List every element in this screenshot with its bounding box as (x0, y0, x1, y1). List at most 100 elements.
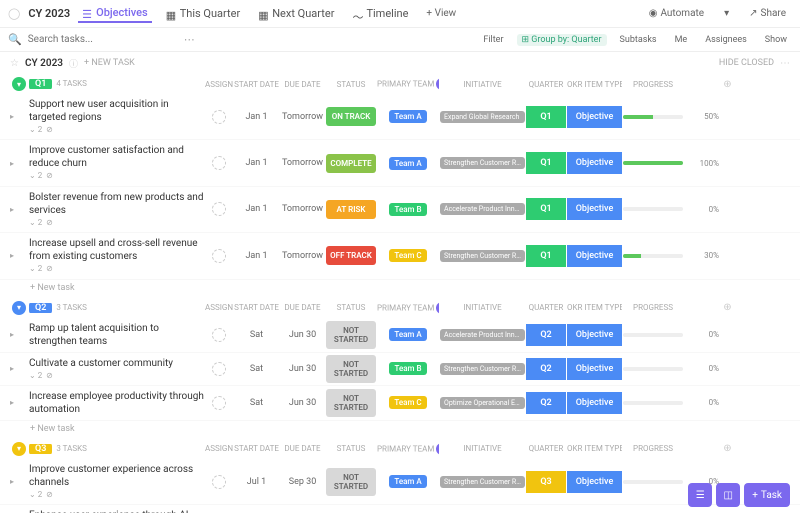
status-badge[interactable]: NOT STARTED (326, 321, 376, 349)
start-date[interactable]: Jan 1 (234, 155, 279, 171)
tab-next-quarter[interactable]: ▦Next Quarter (254, 4, 338, 23)
task-name[interactable]: Support new user acquisition in targeted… (29, 96, 204, 137)
quarter-pill[interactable]: Q2 (29, 303, 52, 313)
task-name[interactable]: Improve customer experience across chann… (29, 461, 204, 502)
quarter-cell[interactable]: Q2 (526, 358, 566, 380)
assignee-placeholder[interactable] (212, 328, 226, 342)
quick-action-2[interactable]: ◫ (716, 483, 740, 507)
team-tag[interactable]: Team A (389, 328, 426, 341)
quarter-cell[interactable]: Q3 (526, 471, 566, 493)
automate-button[interactable]: ◉ Automate (643, 6, 710, 21)
tab-this-quarter[interactable]: ▦This Quarter (162, 4, 244, 23)
expand-icon[interactable]: ▸ (10, 330, 28, 339)
initiative-tag[interactable]: Accelerate Product Innovation (440, 329, 525, 341)
start-date[interactable]: Jan 1 (234, 248, 279, 264)
team-tag[interactable]: Team A (389, 110, 426, 123)
status-badge[interactable]: COMPLETE (326, 154, 376, 173)
progress[interactable] (623, 367, 683, 371)
new-task-row[interactable]: + New task (0, 280, 800, 296)
initiative-tag[interactable]: Optimize Operational Efficien... (440, 397, 525, 409)
expand-icon[interactable]: ▸ (10, 205, 28, 214)
due-date[interactable]: Tomorrow (280, 201, 325, 217)
task-name[interactable]: Enhance user experience through AI adopt… (29, 507, 204, 513)
status-badge[interactable]: NOT STARTED (326, 389, 376, 417)
progress[interactable] (623, 480, 683, 484)
assignee-placeholder[interactable] (212, 156, 226, 170)
info-icon[interactable]: ⓘ (69, 57, 78, 70)
status-badge[interactable]: NOT STARTED (326, 355, 376, 383)
okr-type[interactable]: Objective (567, 198, 622, 220)
collapse-icon[interactable]: ▾ (12, 442, 26, 456)
start-date[interactable]: Sat (234, 395, 279, 411)
dropdown-icon[interactable]: ▾ (718, 6, 735, 21)
due-date[interactable]: Sep 30 (280, 474, 325, 490)
star-icon[interactable]: ☆ (10, 58, 19, 69)
status-badge[interactable]: ON TRACK (326, 107, 376, 126)
task-name[interactable]: Ramp up talent acquisition to strengthen… (29, 320, 204, 350)
initiative-tag[interactable]: Strengthen Customer Retent... (440, 363, 525, 375)
due-date[interactable]: Jun 30 (280, 361, 325, 377)
assignee-placeholder[interactable] (212, 249, 226, 263)
collapse-icon[interactable]: ▾ (12, 77, 26, 91)
more-icon[interactable]: ⋯ (184, 33, 195, 46)
progress[interactable] (623, 401, 683, 405)
assignee-placeholder[interactable] (212, 475, 226, 489)
task-name[interactable]: Bolster revenue from new products and se… (29, 189, 204, 230)
task-row[interactable]: ▸Ramp up talent acquisition to strengthe… (0, 318, 800, 353)
start-date[interactable]: Sat (234, 361, 279, 377)
group-more[interactable]: ⊕ (723, 443, 731, 454)
new-task-top[interactable]: + NEW TASK (84, 58, 135, 68)
group-more[interactable]: ⊕ (723, 302, 731, 313)
quarter-cell[interactable]: Q1 (526, 152, 566, 174)
add-view-button[interactable]: + View (420, 6, 462, 21)
task-name[interactable]: Improve customer satisfaction and reduce… (29, 142, 204, 183)
initiative-tag[interactable]: Strengthen Customer Retent... (440, 250, 525, 262)
add-team-icon[interactable]: + (436, 302, 439, 314)
add-team-icon[interactable]: + (436, 443, 439, 455)
task-name[interactable]: Cultivate a customer community⌄ 2 ⊘ (29, 355, 204, 383)
status-badge[interactable]: NOT STARTED (326, 468, 376, 496)
start-date[interactable]: Jan 1 (234, 109, 279, 125)
progress[interactable] (623, 254, 683, 258)
task-button[interactable]: + Task (744, 483, 790, 507)
okr-type[interactable]: Objective (567, 324, 622, 346)
task-row[interactable]: ▸Improve customer satisfaction and reduc… (0, 140, 800, 186)
team-tag[interactable]: Team A (389, 475, 426, 488)
initiative-tag[interactable]: Accelerate Product Innovation (440, 203, 525, 215)
task-row[interactable]: ▸Increase employee productivity through … (0, 386, 800, 421)
team-tag[interactable]: Team C (389, 396, 426, 409)
team-tag[interactable]: Team C (389, 249, 426, 262)
initiative-tag[interactable]: Expand Global Research (440, 111, 525, 123)
quarter-cell[interactable]: Q1 (526, 106, 566, 128)
task-row[interactable]: ▸Support new user acquisition in targete… (0, 94, 800, 140)
status-badge[interactable]: OFF TRACK (326, 246, 376, 265)
assignee-placeholder[interactable] (212, 362, 226, 376)
start-date[interactable]: Jan 1 (234, 201, 279, 217)
due-date[interactable]: Tomorrow (280, 109, 325, 125)
due-date[interactable]: Jun 30 (280, 395, 325, 411)
task-name[interactable]: Increase employee productivity through a… (29, 388, 204, 418)
okr-type[interactable]: Objective (567, 245, 622, 267)
expand-icon[interactable]: ▸ (10, 477, 28, 486)
okr-type[interactable]: Objective (567, 471, 622, 493)
add-team-icon[interactable]: + (436, 78, 439, 90)
expand-icon[interactable]: ▸ (10, 112, 28, 121)
filter-group-by--quarter[interactable]: ⊞ Group by: Quarter (517, 34, 607, 46)
assignee-placeholder[interactable] (212, 396, 226, 410)
okr-type[interactable]: Objective (567, 358, 622, 380)
task-row[interactable]: ▸Cultivate a customer community⌄ 2 ⊘SatJ… (0, 353, 800, 386)
due-date[interactable]: Tomorrow (280, 155, 325, 171)
tab-objectives[interactable]: ☰Objectives (78, 4, 152, 23)
tab-timeline[interactable]: 〜Timeline (348, 4, 412, 23)
collapse-icon[interactable]: ▾ (12, 301, 26, 315)
initiative-tag[interactable]: Strengthen Customer Retent... (440, 157, 525, 169)
task-name[interactable]: Increase upsell and cross-sell revenue f… (29, 235, 204, 276)
expand-icon[interactable]: ▸ (10, 159, 28, 168)
filter-show[interactable]: Show (760, 34, 792, 46)
expand-icon[interactable]: ▸ (10, 251, 28, 260)
team-tag[interactable]: Team A (389, 157, 426, 170)
task-row[interactable]: ▸Increase upsell and cross-sell revenue … (0, 233, 800, 279)
filter-filter[interactable]: Filter (478, 34, 508, 46)
progress[interactable] (623, 115, 683, 119)
quarter-cell[interactable]: Q1 (526, 198, 566, 220)
